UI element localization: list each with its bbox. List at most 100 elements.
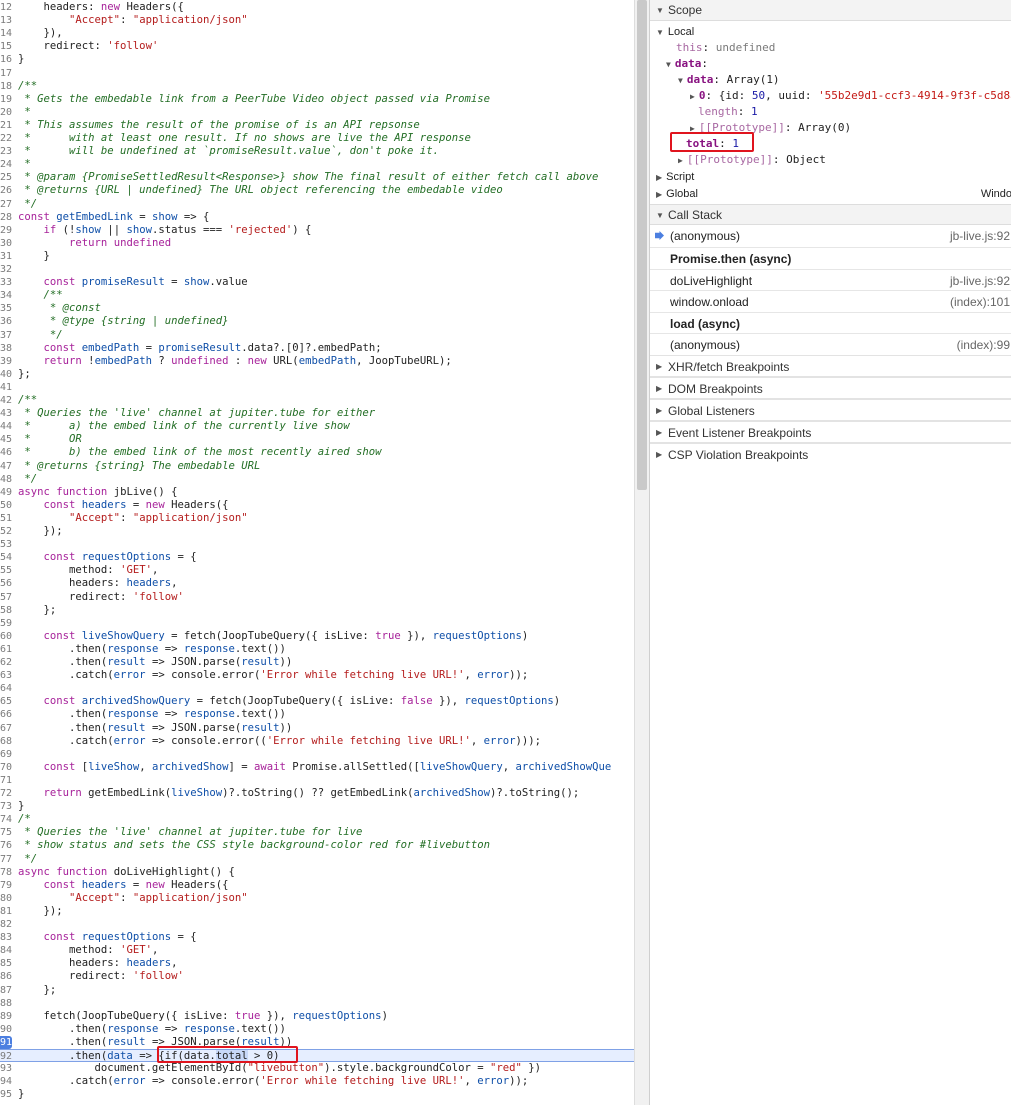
line-number[interactable]: 79 — [0, 879, 12, 892]
frame-location[interactable]: (index):99 — [957, 334, 1010, 356]
line-number[interactable]: 53 — [0, 538, 12, 551]
line-number[interactable]: 39 — [0, 355, 12, 368]
code-line[interactable]: 17 — [0, 67, 634, 80]
code-line[interactable]: 60 const liveShowQuery = fetch(JoopTubeQ… — [0, 630, 634, 643]
code-line[interactable]: 80 "Accept": "application/json" — [0, 892, 634, 905]
code-line[interactable]: 40}; — [0, 368, 634, 381]
code-line[interactable]: 95} — [0, 1088, 634, 1101]
line-number[interactable]: 77 — [0, 853, 12, 866]
code-line[interactable]: 65 const archivedShowQuery = fetch(JoopT… — [0, 695, 634, 708]
code-line[interactable]: 26 * @returns {URL | undefined} The URL … — [0, 184, 634, 197]
code-line[interactable]: 55 method: 'GET', — [0, 564, 634, 577]
code-line[interactable]: 71 — [0, 774, 634, 787]
line-number[interactable]: 42 — [0, 394, 12, 407]
line-number[interactable]: 58 — [0, 604, 12, 617]
code-line[interactable]: 63 .catch(error => console.error('Error … — [0, 669, 634, 682]
line-number[interactable]: 54 — [0, 551, 12, 564]
line-number[interactable]: 14 — [0, 27, 12, 40]
code-line[interactable]: 68 .catch(error => console.error(('Error… — [0, 735, 634, 748]
code-line[interactable]: 89 fetch(JoopTubeQuery({ isLive: true })… — [0, 1010, 634, 1023]
line-number[interactable]: 41 — [0, 381, 12, 394]
line-number[interactable]: 44 — [0, 420, 12, 433]
line-number[interactable]: 29 — [0, 224, 12, 237]
line-number[interactable]: 18 — [0, 80, 12, 93]
line-number[interactable]: 49 — [0, 486, 12, 499]
code-line[interactable]: 13 "Accept": "application/json" — [0, 14, 634, 27]
line-number[interactable]: 63 — [0, 669, 12, 682]
line-number[interactable]: 40 — [0, 368, 12, 381]
line-number[interactable]: 50 — [0, 499, 12, 512]
line-number[interactable]: 93 — [0, 1062, 12, 1075]
line-number[interactable]: 17 — [0, 67, 12, 80]
code-line[interactable]: 88 — [0, 997, 634, 1010]
code-line[interactable]: 61 .then(response => response.text()) — [0, 643, 634, 656]
code-line[interactable]: 50 const headers = new Headers({ — [0, 499, 634, 512]
line-number[interactable]: 28 — [0, 211, 12, 224]
code-line[interactable]: 39 return !embedPath ? undefined : new U… — [0, 355, 634, 368]
code-line[interactable]: 75 * Queries the 'live' channel at jupit… — [0, 826, 634, 839]
line-number[interactable]: 62 — [0, 656, 12, 669]
code-line[interactable]: 23 * will be undefined at `promiseResult… — [0, 145, 634, 158]
code-line[interactable]: 64 — [0, 682, 634, 695]
code-line[interactable]: 47 * @returns {string} The embedable URL — [0, 460, 634, 473]
line-number[interactable]: 88 — [0, 997, 12, 1010]
line-number[interactable]: 34 — [0, 289, 12, 302]
line-number[interactable]: 22 — [0, 132, 12, 145]
code-line[interactable]: 34 /** — [0, 289, 634, 302]
line-number[interactable]: 38 — [0, 342, 12, 355]
code-line[interactable]: 86 redirect: 'follow' — [0, 970, 634, 983]
frame-location[interactable]: (index):101 — [950, 291, 1010, 313]
code-line[interactable]: 27 */ — [0, 198, 634, 211]
code-line[interactable]: 49 async function jbLive() { — [0, 486, 634, 499]
line-number[interactable]: 48 — [0, 473, 12, 486]
line-number[interactable]: 30 — [0, 237, 12, 250]
code-line[interactable]: 85 headers: headers, — [0, 957, 634, 970]
code-line[interactable]: 67 .then(result => JSON.parse(result)) — [0, 722, 634, 735]
line-number[interactable]: 57 — [0, 591, 12, 604]
code-line[interactable]: 44 * a) the embed link of the currently … — [0, 420, 634, 433]
line-number[interactable]: 74 — [0, 813, 12, 826]
line-number[interactable]: 61 — [0, 643, 12, 656]
code-line[interactable]: 83 const requestOptions = { — [0, 931, 634, 944]
code-line[interactable]: 35 * @const — [0, 302, 634, 315]
code-line[interactable]: 78 async function doLiveHighlight() { — [0, 866, 634, 879]
line-number[interactable]: 37 — [0, 329, 12, 342]
code-line-paused[interactable]: 92 .then(data => {if(data.total > 0) — [0, 1049, 634, 1062]
line-number[interactable]: 32 — [0, 263, 12, 276]
line-number[interactable]: 82 — [0, 918, 12, 931]
code-line[interactable]: 16} — [0, 53, 634, 66]
code-line[interactable]: 29 if (!show || show.status === 'rejecte… — [0, 224, 634, 237]
editor-scrollbar[interactable] — [634, 0, 649, 1105]
code-line[interactable]: 69 — [0, 748, 634, 761]
line-number[interactable]: 87 — [0, 984, 12, 997]
line-number[interactable]: 20 — [0, 106, 12, 119]
scope-script[interactable]: ▶ Script — [656, 169, 694, 185]
code-line[interactable]: 52 }); — [0, 525, 634, 538]
code-line[interactable]: 54 const requestOptions = { — [0, 551, 634, 564]
line-number[interactable]: 60 — [0, 630, 12, 643]
code-line[interactable]: 94 .catch(error => console.error('Error … — [0, 1075, 634, 1088]
line-number[interactable]: 46 — [0, 446, 12, 459]
line-number[interactable]: 72 — [0, 787, 12, 800]
line-number[interactable]: 59 — [0, 617, 12, 630]
code-line[interactable]: 66 .then(response => response.text()) — [0, 708, 634, 721]
line-number[interactable]: 75 — [0, 826, 12, 839]
code-line[interactable]: 21 * This assumes the result of the prom… — [0, 119, 634, 132]
code-line[interactable]: 30 return undefined — [0, 237, 634, 250]
breakpoint-pane-header[interactable]: ▶ CSP Violation Breakpoints — [650, 443, 1011, 465]
code-line[interactable]: 46 * b) the embed link of the most recen… — [0, 446, 634, 459]
code-line[interactable]: 72 return getEmbedLink(liveShow)?.toStri… — [0, 787, 634, 800]
callstack-frame[interactable]: (anonymous) jb-live.js:92 — [650, 225, 1011, 247]
breakpoint-marker[interactable]: 91 — [0, 1035, 12, 1049]
line-number[interactable]: 85 — [0, 957, 12, 970]
callstack-frame[interactable]: (anonymous) (index):99 — [650, 333, 1011, 356]
line-number[interactable]: 56 — [0, 577, 12, 590]
line-number[interactable]: 81 — [0, 905, 12, 918]
code-line[interactable]: 53 — [0, 538, 634, 551]
line-number[interactable]: 71 — [0, 774, 12, 787]
code-line[interactable]: 74 /* — [0, 813, 634, 826]
line-number[interactable]: 35 — [0, 302, 12, 315]
scope-var-data[interactable]: ▼ data: — [666, 56, 708, 72]
scope-local[interactable]: ▼ Local — [656, 24, 694, 40]
code-line[interactable]: 57 redirect: 'follow' — [0, 591, 634, 604]
